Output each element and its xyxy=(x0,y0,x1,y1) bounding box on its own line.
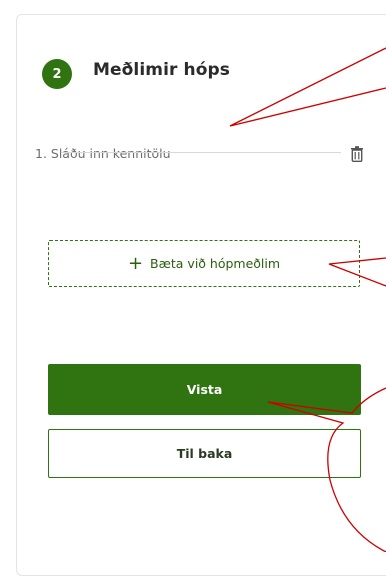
step-number-badge: 2 xyxy=(42,59,72,89)
member-kennitala-input[interactable] xyxy=(35,146,340,161)
form-card xyxy=(16,14,386,576)
section-title: Meðlimir hóps xyxy=(93,60,230,80)
add-member-button[interactable]: + Bæta við hópmeðlim xyxy=(48,240,360,287)
add-member-label: Bæta við hópmeðlim xyxy=(150,256,281,271)
member-input-underline xyxy=(61,152,341,153)
trash-icon[interactable] xyxy=(350,146,364,162)
back-button[interactable]: Til baka xyxy=(48,429,361,478)
step-number: 2 xyxy=(52,66,62,82)
save-button[interactable]: Vista xyxy=(48,364,361,415)
plus-icon: + xyxy=(127,252,144,274)
